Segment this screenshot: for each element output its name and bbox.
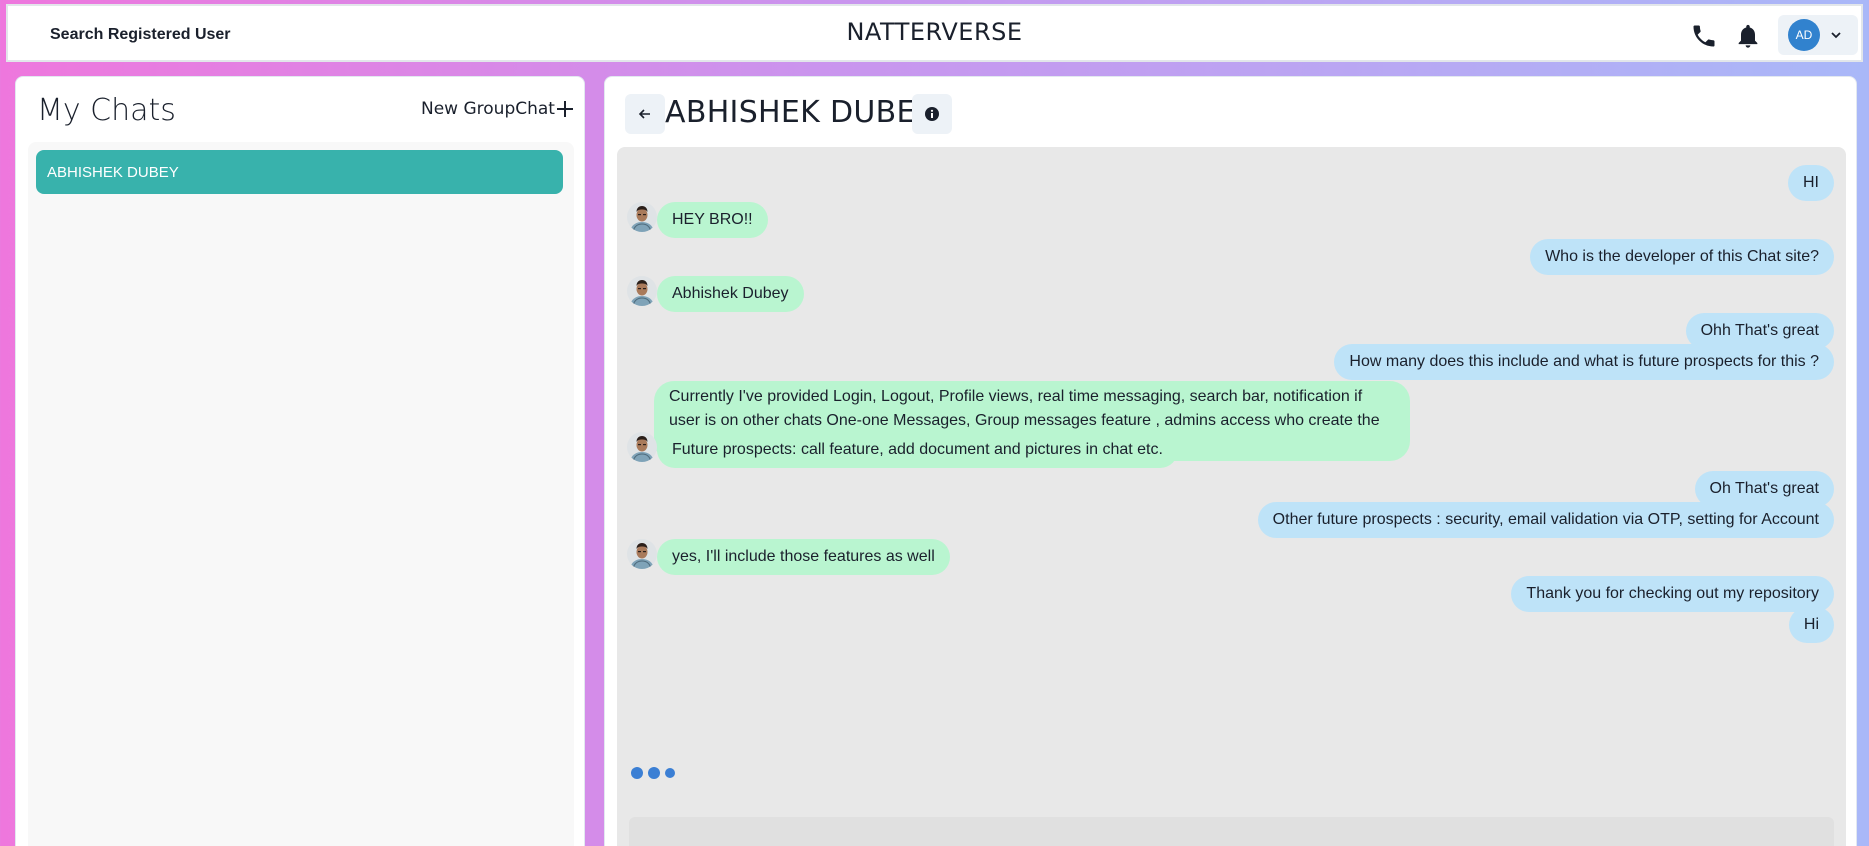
- sent-message: Who is the developer of this Chat site?: [1530, 239, 1834, 275]
- new-group-chat-button[interactable]: New GroupChat: [421, 99, 575, 119]
- sent-message: Other future prospects : security, email…: [1257, 502, 1834, 538]
- message-input[interactable]: [629, 817, 1834, 846]
- received-message: Future prospects: call feature, add docu…: [657, 432, 1178, 468]
- sent-message: Thank you for checking out my repository: [1511, 576, 1834, 612]
- top-header: Search Registered User NATTERVERSE AD: [6, 4, 1863, 62]
- sent-message: HI: [1788, 165, 1834, 201]
- profile-menu-button[interactable]: AD: [1778, 15, 1858, 55]
- my-chats-title: My Chats: [37, 93, 176, 128]
- chat-list: ABHISHEK DUBEY: [28, 142, 574, 846]
- chat-title: ABHISHEK DUBEY: [665, 95, 935, 130]
- info-icon: [925, 107, 939, 121]
- chat-list-item[interactable]: ABHISHEK DUBEY: [36, 150, 563, 194]
- sender-avatar[interactable]: [627, 276, 657, 306]
- back-button[interactable]: [625, 94, 665, 134]
- sent-message: How many does this include and what is f…: [1334, 344, 1834, 380]
- arrow-left-icon: [638, 109, 650, 119]
- app-brand: NATTERVERSE: [846, 18, 1023, 46]
- received-message: Abhishek Dubey: [657, 276, 804, 312]
- profile-info-button[interactable]: [912, 94, 952, 134]
- sender-avatar[interactable]: [627, 432, 657, 462]
- avatar: AD: [1788, 19, 1820, 51]
- sender-avatar[interactable]: [627, 202, 657, 232]
- messages-area: HI HEY BRO!! Who is the developer of this …: [617, 147, 1846, 846]
- new-group-chat-label: New GroupChat: [421, 99, 555, 119]
- plus-icon: [556, 101, 573, 117]
- received-message: HEY BRO!!: [657, 202, 768, 238]
- sent-message: Hi: [1788, 607, 1834, 643]
- my-chats-panel: My Chats New GroupChat ABHISHEK DUBEY: [15, 76, 585, 846]
- chat-panel: ABHISHEK DUBEY HI HEY BRO!! Who is the dev…: [604, 76, 1857, 846]
- sender-avatar[interactable]: [627, 539, 657, 569]
- search-user-button[interactable]: Search Registered User: [38, 18, 243, 52]
- bell-icon[interactable]: [1734, 22, 1762, 50]
- chevron-down-icon: [1831, 32, 1841, 39]
- received-message: yes, I'll include those features as well: [657, 539, 950, 575]
- phone-icon[interactable]: [1690, 22, 1718, 50]
- typing-indicator: [631, 767, 680, 779]
